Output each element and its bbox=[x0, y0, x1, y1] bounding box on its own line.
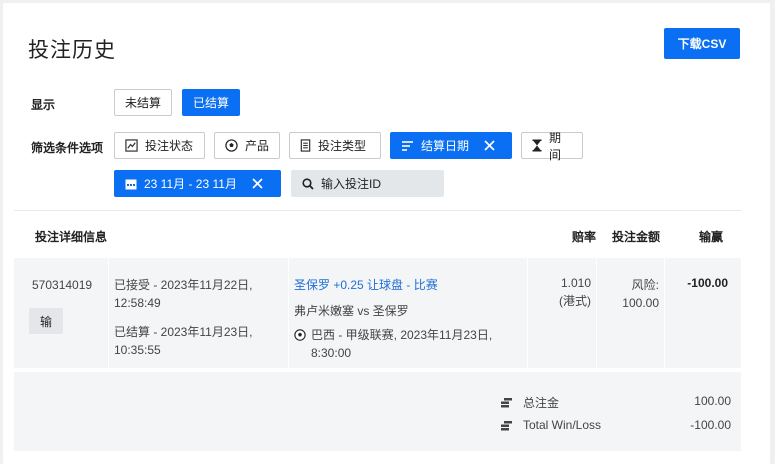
stake-value: 100.00 bbox=[622, 296, 659, 310]
column-header-odds: 赔率 bbox=[572, 230, 597, 244]
accepted-date: 已接受 - 2023年11月22日, bbox=[114, 278, 253, 292]
coins-icon bbox=[501, 398, 512, 408]
settled-toggle[interactable]: 已结算 bbox=[182, 89, 240, 116]
close-icon[interactable] bbox=[484, 140, 495, 151]
summary-panel bbox=[14, 372, 741, 451]
total-win-loss-value: -100.00 bbox=[690, 418, 731, 432]
total-win-loss-label: Total Win/Loss bbox=[523, 418, 602, 432]
coins-icon bbox=[501, 421, 512, 431]
column-header-win-loss: 输赢 bbox=[699, 230, 724, 244]
display-label: 显示 bbox=[31, 98, 56, 112]
result-badge: 输 bbox=[29, 308, 63, 334]
filter-options-label: 筛选条件选项 bbox=[31, 141, 104, 155]
cell-divider bbox=[108, 258, 109, 368]
league-info: 巴西 - 甲级联赛, 2023年11月23日, 8:30:00 bbox=[294, 326, 492, 362]
calendar-icon bbox=[125, 179, 137, 189]
unsettled-toggle[interactable]: 未结算 bbox=[114, 89, 172, 116]
date-range-label: 23 11月 - 23 11月 bbox=[144, 177, 237, 191]
filter-bet-type-label: 投注类型 bbox=[318, 139, 367, 153]
cell-divider bbox=[527, 258, 528, 368]
bet-id-search[interactable]: 输入投注ID bbox=[291, 170, 444, 197]
document-icon bbox=[300, 139, 311, 152]
settled-clock: 10:35:55 bbox=[114, 343, 161, 357]
bet-id-search-placeholder: 输入投注ID bbox=[321, 177, 382, 191]
bet-id: 570314019 bbox=[32, 278, 93, 292]
filter-settle-date-label: 结算日期 bbox=[421, 139, 470, 153]
filter-product[interactable]: 产品 bbox=[214, 132, 280, 159]
filter-product-label: 产品 bbox=[245, 139, 270, 153]
win-loss-value: -100.00 bbox=[687, 276, 728, 290]
odds-format: (港式) bbox=[559, 294, 591, 308]
odds-cell: 1.010 (港式) bbox=[540, 274, 591, 310]
selection-link[interactable]: 圣保罗 +0.25 让球盘 - 比赛 bbox=[294, 276, 438, 294]
stake-label: 风险: bbox=[631, 278, 659, 292]
search-icon bbox=[302, 177, 314, 190]
close-icon[interactable] bbox=[252, 178, 263, 189]
cell-divider bbox=[288, 258, 289, 368]
odds-value: 1.010 bbox=[560, 276, 591, 290]
cell-divider bbox=[664, 258, 665, 368]
stake-cell: 风险: 100.00 bbox=[608, 276, 659, 312]
download-csv-button[interactable]: 下载CSV bbox=[664, 28, 740, 59]
league-time: 8:30:00 bbox=[311, 346, 352, 360]
filter-bet-status-label: 投注状态 bbox=[145, 139, 194, 153]
total-stake-label: 总注金 bbox=[523, 396, 560, 410]
accepted-time: 已接受 - 2023年11月22日, 12:58:49 bbox=[114, 276, 253, 312]
soccer-ball-icon bbox=[294, 329, 306, 341]
soccer-ball-icon bbox=[225, 139, 238, 152]
date-range-chip[interactable]: 23 11月 - 23 11月 bbox=[114, 170, 281, 197]
page-title: 投注历史 bbox=[28, 39, 116, 62]
filter-period-label: 期间 bbox=[549, 130, 562, 162]
league-date: 巴西 - 甲级联赛, 2023年11月23日, bbox=[311, 328, 493, 342]
match-name: 弗卢米嫩塞 vs 圣保罗 bbox=[294, 304, 409, 318]
filter-bet-status[interactable]: 投注状态 bbox=[114, 132, 205, 159]
cell-divider bbox=[596, 258, 597, 368]
sort-icon bbox=[402, 140, 413, 151]
settled-date: 已结算 - 2023年11月23日, bbox=[114, 325, 253, 339]
column-header-stake: 投注金额 bbox=[612, 230, 661, 244]
column-header-details: 投注详细信息 bbox=[35, 230, 108, 244]
filter-settle-date[interactable]: 结算日期 bbox=[390, 132, 512, 159]
hourglass-icon bbox=[532, 139, 542, 152]
divider bbox=[14, 210, 741, 211]
chart-icon bbox=[125, 139, 138, 152]
accepted-clock: 12:58:49 bbox=[114, 296, 161, 310]
settled-time: 已结算 - 2023年11月23日, 10:35:55 bbox=[114, 323, 253, 359]
filter-bet-type[interactable]: 投注类型 bbox=[289, 132, 381, 159]
total-stake-value: 100.00 bbox=[694, 394, 731, 408]
filter-period[interactable]: 期间 bbox=[521, 131, 583, 162]
